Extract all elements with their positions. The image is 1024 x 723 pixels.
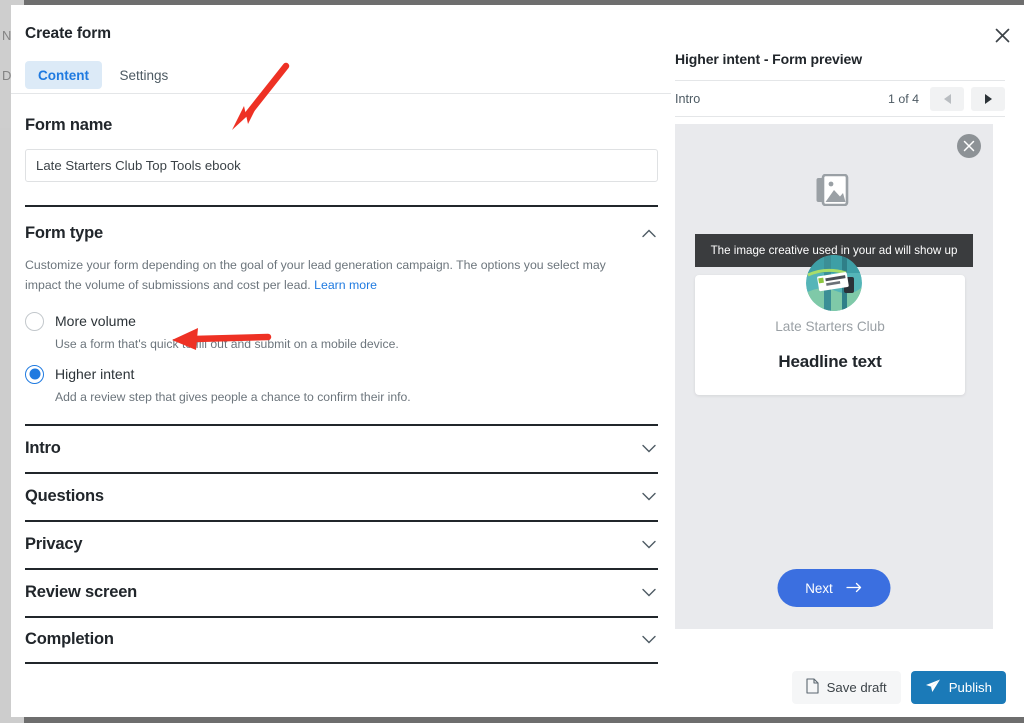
arrow-right-icon	[846, 581, 863, 596]
form-type-options: More volume Use a form that's quick to f…	[25, 311, 671, 404]
preview-counter: 1 of 4	[887, 91, 919, 106]
dialog-header: Create form	[11, 5, 1024, 57]
tab-settings[interactable]: Settings	[106, 61, 181, 89]
preview-next-button[interactable]	[971, 86, 1005, 111]
image-placeholder-icon	[816, 173, 852, 211]
form-preview-pane: Higher intent - Form preview Intro 1 of …	[675, 51, 1005, 629]
chevron-down-icon[interactable]	[642, 489, 658, 505]
preview-step-label: Intro	[675, 91, 701, 106]
tab-bar: Content Settings	[11, 61, 671, 94]
save-draft-label: Save draft	[826, 680, 887, 695]
tab-underline	[11, 93, 671, 94]
preview-navigation: Intro 1 of 4	[675, 81, 1005, 117]
chevron-down-icon[interactable]	[642, 585, 658, 601]
radio-mark-icon	[25, 364, 44, 384]
tab-content[interactable]: Content	[25, 61, 102, 89]
next-button-label: Next	[805, 580, 833, 596]
accordion-item-completion[interactable]: Completion	[25, 615, 658, 664]
chevron-down-icon[interactable]	[642, 537, 658, 553]
publish-button[interactable]: Publish	[910, 671, 1006, 704]
radio-label-higher-intent: Higher intent	[55, 365, 135, 382]
dialog-footer: Save draft Publish	[791, 671, 1006, 704]
radio-desc-more-volume: Use a form that's quick to fill out and …	[55, 336, 399, 351]
accordion-label: Completion	[25, 630, 114, 649]
form-editor-pane: Content Settings Form name Form type Cus…	[11, 51, 671, 671]
publish-label: Publish	[948, 680, 992, 695]
triangle-left-icon	[943, 93, 951, 104]
accordion-item-intro[interactable]: Intro	[25, 423, 658, 472]
accordion-label: Questions	[25, 487, 104, 506]
radio-desc-higher-intent: Add a review step that gives people a ch…	[55, 389, 411, 404]
preview-title: Higher intent - Form preview	[675, 51, 1005, 81]
radio-label-more-volume: More volume	[55, 312, 136, 329]
form-name-section: Form name	[25, 116, 671, 182]
accordion-item-review-screen[interactable]: Review screen	[25, 567, 658, 616]
form-name-input[interactable]	[25, 149, 658, 182]
accordion-item-questions[interactable]: Questions	[25, 471, 658, 520]
backdrop-glyph-2: D	[2, 68, 12, 83]
create-form-dialog: Create form Content Settings Form name F…	[11, 5, 1024, 717]
brand-avatar	[806, 255, 862, 311]
close-circle-icon[interactable]	[957, 134, 981, 158]
preview-brand-name: Late Starters Club	[775, 319, 885, 334]
accordion-label: Intro	[25, 439, 61, 458]
preview-nav-controls: 1 of 4	[887, 86, 1005, 111]
chevron-up-icon[interactable]	[642, 226, 658, 242]
preview-next-cta-button[interactable]: Next	[777, 569, 891, 607]
radio-mark-icon	[25, 311, 44, 331]
preview-headline: Headline text	[778, 352, 882, 371]
chevron-down-icon[interactable]	[642, 632, 658, 648]
form-type-header[interactable]: Form type	[25, 224, 658, 243]
radio-more-volume[interactable]: More volume Use a form that's quick to f…	[25, 311, 671, 351]
accordion-label: Privacy	[25, 535, 83, 554]
save-draft-button[interactable]: Save draft	[791, 671, 901, 704]
form-type-description: Customize your form depending on the goa…	[25, 256, 625, 296]
form-type-label: Form type	[25, 224, 103, 242]
document-icon	[806, 678, 819, 697]
close-icon[interactable]	[986, 19, 1018, 51]
accordion-label: Review screen	[25, 583, 138, 602]
preview-canvas: The image creative used in your ad will …	[675, 124, 993, 629]
triangle-right-icon	[984, 93, 992, 104]
divider	[25, 205, 658, 207]
preview-prev-button[interactable]	[930, 86, 964, 111]
paper-plane-icon	[925, 678, 941, 697]
learn-more-link[interactable]: Learn more	[314, 278, 377, 292]
chevron-down-icon[interactable]	[642, 441, 658, 457]
radio-higher-intent[interactable]: Higher intent Add a review step that giv…	[25, 364, 671, 404]
page-title: Create form	[25, 25, 111, 42]
section-accordion: Intro Questions Privacy Review screen Co…	[25, 423, 671, 664]
accordion-item-privacy[interactable]: Privacy	[25, 519, 658, 568]
backdrop-glyph-1: N	[2, 28, 12, 43]
form-name-label: Form name	[25, 116, 113, 134]
